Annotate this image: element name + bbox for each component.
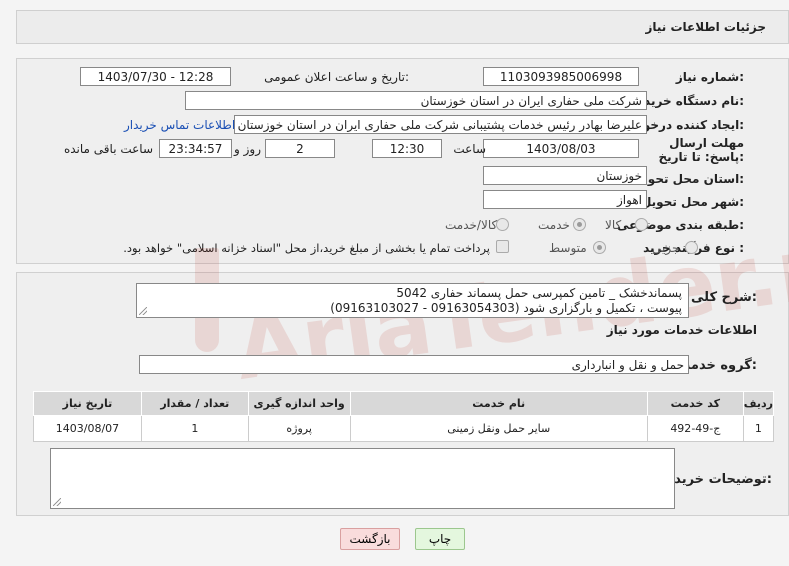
remaining-label: ساعت باقی مانده	[63, 142, 153, 156]
services-table-header: ردیف کد خدمت نام خدمت واحد اندازه گیری ت…	[33, 391, 775, 416]
cell-date: 1403/08/07	[33, 415, 142, 442]
category-radio-service[interactable]	[573, 218, 586, 231]
cell-row: 1	[742, 415, 775, 442]
category-option-goods-service: کالا/خدمت	[445, 218, 498, 232]
cell-quantity: 1	[140, 415, 249, 442]
service-group-label: گروه خدمت:	[677, 358, 757, 373]
remaining-time-field[interactable]: 23:34:57	[159, 139, 232, 158]
print-button[interactable]: چاپ	[415, 528, 465, 550]
process-radio-medium[interactable]	[593, 241, 606, 254]
buyer-notes-label: توضیحات خریدار:	[662, 472, 772, 487]
col-name: نام خدمت	[349, 391, 648, 416]
buyer-notes-textarea[interactable]	[50, 448, 675, 509]
process-option-minor: جزیی	[652, 241, 680, 255]
buyer-field[interactable]: شرکت ملی حفاری ایران در استان خوزستان	[185, 91, 647, 110]
back-button[interactable]: بازگشت	[340, 528, 400, 550]
category-radio-goods-service[interactable]	[496, 218, 509, 231]
service-group-field[interactable]: حمل و نقل و انبارداری	[139, 355, 689, 374]
category-option-goods: کالا	[605, 218, 622, 232]
col-date: تاریخ نیاز	[33, 391, 142, 416]
cell-code: ج-49-492	[646, 415, 744, 442]
col-row: ردیف	[742, 391, 775, 416]
buyer-label: نام دستگاه خریدار:	[633, 94, 744, 108]
deadline-time-field[interactable]: 12:30	[372, 139, 442, 158]
services-table-wrap: ردیف کد خدمت نام خدمت واحد اندازه گیری ت…	[33, 391, 775, 442]
announce-label: تاریخ و ساعت اعلان عمومی:	[264, 70, 409, 84]
notes-resize-grip[interactable]	[53, 498, 61, 506]
process-radio-minor[interactable]	[685, 241, 698, 254]
treasury-payment-note: پرداخت تمام یا بخشی از مبلغ خرید،از محل …	[123, 241, 490, 255]
city-field[interactable]: اهواز	[483, 190, 647, 209]
category-option-service: خدمت	[538, 218, 570, 232]
days-label: روز و	[234, 142, 261, 156]
col-quantity: تعداد / مقدار	[140, 391, 249, 416]
need-number-label: شماره نیاز:	[675, 70, 744, 84]
announce-field[interactable]: 1403/07/30 - 12:28	[80, 67, 231, 86]
deadline-date-field[interactable]: 1403/08/03	[483, 139, 639, 158]
col-unit: واحد اندازه گیری	[247, 391, 351, 416]
page-title: جزئیات اطلاعات نیاز	[645, 20, 766, 34]
category-radio-goods[interactable]	[635, 218, 648, 231]
city-label: شهر محل تحویل:	[640, 195, 744, 209]
treasury-payment-checkbox[interactable]	[496, 240, 509, 253]
deadline-label: مهلت ارسال پاسخ: تا تاریخ:	[658, 136, 744, 164]
deadline-time-label: ساعت	[453, 142, 486, 156]
process-option-medium: متوسط	[549, 241, 587, 255]
col-code: کد خدمت	[646, 391, 744, 416]
cell-unit: پروژه	[247, 415, 351, 442]
summary-resize-grip[interactable]	[139, 307, 147, 315]
table-row: 1 ج-49-492 سایر حمل ونقل زمینی پروژه 1 1…	[33, 415, 775, 442]
cell-name: سایر حمل ونقل زمینی	[349, 415, 648, 442]
services-table: ردیف کد خدمت نام خدمت واحد اندازه گیری ت…	[33, 391, 775, 442]
need-number-field[interactable]: 1103093985006998	[483, 67, 639, 86]
page-header: جزئیات اطلاعات نیاز	[16, 10, 789, 44]
services-section-title: اطلاعات خدمات مورد نیاز	[606, 323, 757, 337]
buyer-contact-link[interactable]: اطلاعات تماس خریدار	[124, 118, 235, 132]
days-field[interactable]: 2	[265, 139, 335, 158]
province-field[interactable]: خوزستان	[483, 166, 647, 185]
province-label: استان محل تحویل:	[632, 172, 744, 186]
summary-textarea[interactable]: پسماندخشک _ تامین کمپرسی حمل پسماند حفار…	[136, 283, 689, 318]
creator-field[interactable]: علیرضا بهادر رئیس خدمات پشتیبانی شرکت مل…	[234, 115, 647, 134]
